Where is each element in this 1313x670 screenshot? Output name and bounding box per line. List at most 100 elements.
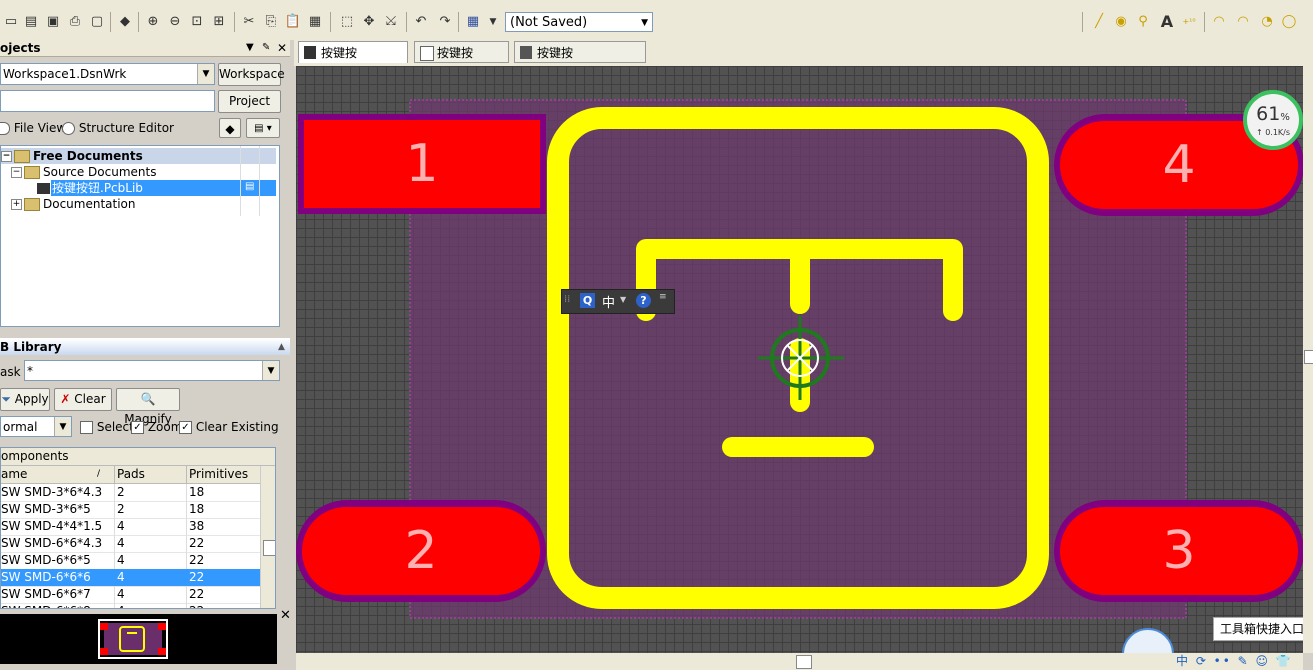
system-tray[interactable]: 中 ⟳ •• ✎ ☺ 👕: [1176, 653, 1303, 670]
table-row[interactable]: SW SMD-6*6*7 4 22: [1, 586, 260, 604]
grid-icon[interactable]: ▦: [464, 13, 482, 31]
vertical-scrollbar[interactable]: [1303, 66, 1313, 653]
copy-icon[interactable]: ⎘: [262, 13, 280, 31]
clear-icon: ✗: [60, 392, 71, 406]
paste-icon[interactable]: 📋: [284, 13, 302, 31]
workspace-button[interactable]: Workspace: [218, 63, 285, 86]
mask-combo[interactable]: * ▼: [24, 360, 280, 381]
move-icon[interactable]: ✥: [360, 13, 378, 31]
select-area-icon[interactable]: ⬚: [338, 13, 356, 31]
cell-name: SW SMD-6*6*6: [1, 570, 91, 584]
layers-icon[interactable]: ◆: [116, 13, 134, 31]
horizontal-scrollbar[interactable]: 中 ⟳ •• ✎ ☺ 👕: [296, 653, 1303, 670]
table-scrollbar[interactable]: [260, 466, 275, 608]
arc-center-icon[interactable]: ◠: [1210, 13, 1228, 31]
zoom-out-icon[interactable]: ⊖: [166, 13, 184, 31]
help-icon[interactable]: ?: [636, 293, 651, 308]
place-via-icon[interactable]: ⚲: [1134, 13, 1152, 31]
cell-primitives: 18: [186, 484, 263, 501]
chevron-down-icon: ▼: [262, 361, 279, 380]
tab-htm[interactable]: 按键按钮.PcbLib.htm: [514, 41, 646, 82]
ime-language-toggle[interactable]: 中: [602, 292, 615, 311]
network-meter[interactable]: 61% ↑ 0.1K/s: [1243, 90, 1303, 150]
rubber-stamp-icon[interactable]: ▦: [306, 13, 324, 31]
cell-name: SW SMD-6*6*8: [1, 603, 109, 608]
pin-icon[interactable]: ✎: [262, 40, 270, 56]
tab-rep[interactable]: 按键按钮.REP: [414, 41, 509, 82]
place-string-icon[interactable]: A: [1158, 13, 1176, 31]
table-row[interactable]: SW SMD-6*6*8 422: [1, 603, 263, 608]
close-icon[interactable]: ✕: [280, 608, 291, 623]
apply-button[interactable]: ⏷ Apply: [0, 388, 50, 411]
file-view-radio[interactable]: File View: [0, 120, 66, 136]
zoom-fit-icon[interactable]: ⊡: [188, 13, 206, 31]
column-pads-header[interactable]: Pads: [114, 466, 187, 483]
workspace-combo[interactable]: Workspace1.DsnWrk ▼: [0, 63, 215, 85]
table-row[interactable]: SW SMD-6*6*5 4 22: [1, 552, 260, 570]
pad-designator-1: 1: [405, 134, 439, 194]
table-row[interactable]: SW SMD-6*6*4.3 4 22: [1, 535, 260, 553]
undo-icon[interactable]: ↶: [412, 13, 430, 31]
mini-preview[interactable]: [0, 614, 277, 664]
place-pad-icon[interactable]: ◉: [1112, 13, 1130, 31]
magnify-button[interactable]: 🔍Magnify: [116, 388, 180, 426]
column-name-header[interactable]: ame: [1, 466, 109, 483]
tree-item-free-documents[interactable]: − Free Documents: [1, 148, 143, 164]
zoom-in-icon[interactable]: ⊕: [144, 13, 162, 31]
place-line-icon[interactable]: ╱: [1090, 13, 1108, 31]
ime-logo-icon[interactable]: Q: [580, 293, 595, 308]
table-row[interactable]: SW SMD-6*6*6 4 22: [1, 569, 260, 587]
close-icon[interactable]: ✕: [277, 40, 287, 56]
scrollbar-thumb[interactable]: [263, 540, 275, 556]
tree-item-documentation[interactable]: + Documentation: [11, 196, 136, 212]
open-file-icon[interactable]: ▤: [22, 13, 40, 31]
place-circle-icon[interactable]: ◯: [1280, 13, 1298, 31]
zoom-checkbox[interactable]: ✓ Zoom: [131, 419, 182, 435]
print-preview-icon[interactable]: ▢: [88, 13, 106, 31]
collapse-icon[interactable]: ▲: [278, 339, 285, 355]
select-checkbox[interactable]: Select: [80, 419, 134, 435]
drag-handle-icon[interactable]: ⁞⁞: [564, 294, 570, 305]
project-button[interactable]: Project: [218, 90, 281, 113]
ime-menu-icon[interactable]: ≡: [659, 292, 667, 302]
save-state-combo[interactable]: (Not Saved) ▼: [505, 12, 653, 32]
doc-options-icon[interactable]: ▤ ▾: [246, 118, 280, 138]
cell-primitives: 18: [186, 501, 263, 518]
left-panel: ojects ▼ ✎ ✕ Workspace1.DsnWrk ▼ Workspa…: [0, 40, 294, 670]
table-row[interactable]: SW SMD-3*6*5 2 18: [1, 501, 260, 519]
scrollbar-thumb[interactable]: [796, 655, 812, 669]
pcb-canvas[interactable]: 1 4 2 3 ⁞⁞ Q 中 ▼ ? ≡ 61% ↑ 0.1K/s 工具箱快捷入…: [296, 66, 1303, 653]
tab-pcblib[interactable]: 按键按钮.PcbLib: [298, 41, 408, 82]
cell-pads: 2: [114, 501, 187, 518]
compile-icon[interactable]: ◆: [219, 118, 241, 138]
cut-icon[interactable]: ✂: [240, 13, 258, 31]
clear-button[interactable]: ✗ Clear: [54, 388, 112, 411]
network-meter-percent: 61%: [1256, 103, 1290, 125]
mode-combo[interactable]: ormal ▼: [0, 416, 72, 437]
panel-menu-icon[interactable]: ▼: [246, 40, 254, 56]
arc-edge-icon[interactable]: ◠: [1234, 13, 1252, 31]
tree-item-pcblib-file[interactable]: 按键按钮.PcbLib: [37, 180, 143, 196]
table-row[interactable]: SW SMD-4*4*1.5 4 38: [1, 518, 260, 536]
main-toolbar: ▭ ▤ ▣ ⎙ ▢ ◆ ⊕ ⊖ ⊡ ⊞ ✂ ⎘ 📋 ▦ ⬚ ✥ ⤩ ↶ ↷ ▦ …: [0, 0, 1313, 41]
place-coordinate-icon[interactable]: +¹⁰: [1180, 13, 1198, 31]
tree-item-source-documents[interactable]: − Source Documents: [11, 164, 156, 180]
column-primitives-header[interactable]: Primitives: [186, 466, 263, 483]
zoom-area-icon[interactable]: ⊞: [210, 13, 228, 31]
save-icon[interactable]: ▣: [44, 13, 62, 31]
ime-toolbar[interactable]: ⁞⁞ Q 中 ▼ ? ≡: [561, 289, 675, 314]
deselect-icon[interactable]: ⤩: [382, 13, 400, 31]
scrollbar-thumb[interactable]: [1304, 350, 1313, 364]
grid-dropdown-icon[interactable]: ▼: [484, 13, 502, 31]
cell-primitives: 22: [186, 603, 263, 608]
arc-any-icon[interactable]: ◔: [1258, 13, 1276, 31]
print-icon[interactable]: ⎙: [66, 13, 84, 31]
clear-existing-checkbox[interactable]: ✓ Clear Existing: [179, 419, 279, 435]
table-row[interactable]: SW SMD-3*6*4.3 2 18: [1, 484, 260, 502]
new-file-icon[interactable]: ▭: [2, 13, 20, 31]
redo-icon[interactable]: ↷: [436, 13, 454, 31]
project-field[interactable]: [0, 90, 215, 112]
structure-editor-radio[interactable]: Structure Editor: [62, 120, 174, 136]
report-icon: [420, 46, 434, 61]
chevron-down-icon[interactable]: ▼: [620, 295, 626, 304]
